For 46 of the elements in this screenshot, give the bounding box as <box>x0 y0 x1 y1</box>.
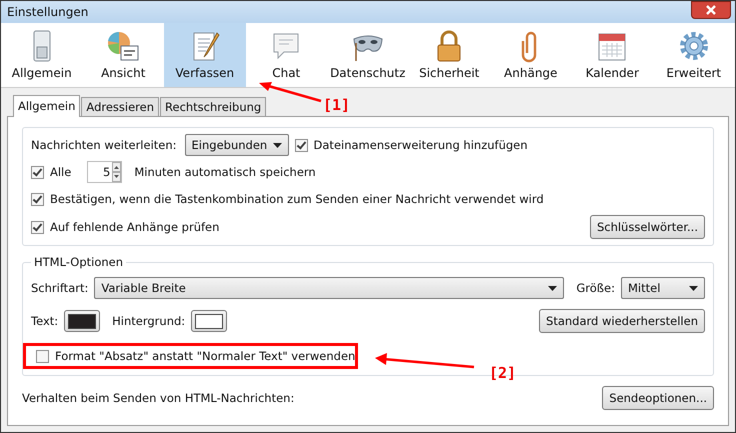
toolbar-tab[interactable]: Allgemein <box>1 23 82 87</box>
window-title: Einstellungen <box>7 5 88 19</box>
toolbar-tab[interactable]: Ansicht <box>82 23 164 87</box>
field-label: Minuten automatisch speichern <box>134 165 316 179</box>
checkbox[interactable]: Format "Absatz" anstatt "Normaler Text" verwenden <box>36 349 356 363</box>
annotation-label: [2] <box>489 364 516 382</box>
forward-dropdown[interactable]: Eingebunden <box>184 134 289 156</box>
restore-defaults-button[interactable]: Standard wiederherstellen <box>539 309 705 333</box>
field-label: Schriftart: <box>31 281 88 295</box>
toolbar-tab[interactable]: Sicherheit <box>408 23 490 87</box>
send-options-button[interactable]: Sendeoptionen... <box>602 386 714 410</box>
dropdown-arrow-icon <box>548 286 558 290</box>
group-legend: HTML-Optionen <box>31 255 126 269</box>
dropdown-arrow-icon <box>689 286 698 290</box>
palette-text-icon <box>106 29 140 63</box>
tab[interactable]: Adressieren <box>81 97 160 116</box>
minutes-spinner[interactable]: 5 <box>87 161 122 183</box>
toolbar-tab[interactable]: Anhänge <box>490 23 572 87</box>
text-color-picker[interactable] <box>64 310 100 332</box>
checkbox[interactable]: Dateinamenserweiterung hinzufügen <box>294 138 528 152</box>
checkbox[interactable]: Auf fehlende Anhänge prüfen <box>31 220 220 234</box>
field-label: Hintergrund: <box>112 314 186 328</box>
annotation-arrow <box>259 81 323 103</box>
color-swatch <box>68 314 96 328</box>
checkbox[interactable]: Alle <box>31 165 72 179</box>
toolbar-tab[interactable]: Verfassen <box>164 23 246 87</box>
font-dropdown[interactable]: Variable Breite <box>94 277 564 299</box>
close-button[interactable] <box>691 1 731 19</box>
dropdown-arrow-icon <box>272 142 282 148</box>
toolbar-tab[interactable]: Chat <box>246 23 327 87</box>
annotation-label: [1] <box>323 96 350 114</box>
checkbox[interactable]: Bestätigen, wenn die Tastenkombination zum Senden einer Nachricht verwendet wird <box>31 192 544 206</box>
tab[interactable]: Allgemein <box>13 95 80 117</box>
field-label: Verhalten beim Senden von HTML-Nachrichten: <box>22 391 294 405</box>
background-color-picker[interactable] <box>191 310 228 332</box>
color-swatch <box>195 314 224 328</box>
toolbar-tab[interactable]: Datenschutz <box>327 23 408 87</box>
tab[interactable]: Rechtschreibung <box>160 97 266 116</box>
field-label: Nachrichten weiterleiten: <box>31 138 177 152</box>
close-icon <box>704 4 718 16</box>
field-label: Größe: <box>576 281 615 295</box>
field-label: Text: <box>31 314 58 328</box>
toolbar-tab[interactable]: Kalender <box>572 23 653 87</box>
keywords-button[interactable]: Schlüsselwörter... <box>590 215 705 239</box>
toolbar-tab[interactable]: Erweitert <box>653 23 734 87</box>
size-dropdown[interactable]: Mittel <box>621 277 705 299</box>
